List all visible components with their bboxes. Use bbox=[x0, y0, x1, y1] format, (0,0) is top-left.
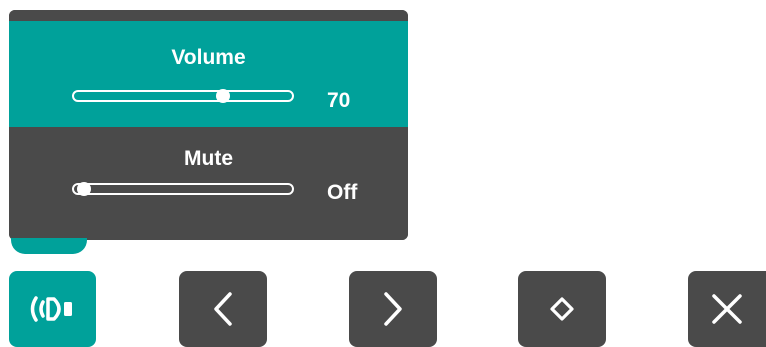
volume-slider-knob[interactable] bbox=[215, 89, 230, 103]
close-icon bbox=[709, 291, 745, 327]
close-button[interactable] bbox=[688, 271, 766, 347]
chevron-right-icon bbox=[378, 291, 408, 327]
audio-input-button[interactable] bbox=[9, 271, 96, 347]
selected-tab-indicator bbox=[11, 238, 87, 254]
volume-value: 70 bbox=[327, 89, 351, 112]
up-down-button[interactable] bbox=[518, 271, 606, 347]
chevron-left-icon bbox=[208, 291, 238, 327]
mute-slider-knob[interactable] bbox=[77, 182, 91, 196]
mute-row[interactable]: Mute Off bbox=[9, 127, 408, 240]
volume-slider[interactable] bbox=[72, 89, 294, 103]
panel-top-bar bbox=[9, 10, 408, 21]
osd-panel: Volume 70 Mute Off bbox=[9, 10, 408, 240]
right-button[interactable] bbox=[349, 271, 437, 347]
mute-label: Mute bbox=[184, 147, 233, 170]
mute-value: Off bbox=[327, 181, 358, 204]
volume-row[interactable]: Volume 70 bbox=[9, 21, 408, 127]
up-down-icon bbox=[547, 294, 577, 324]
mute-slider[interactable] bbox=[72, 182, 294, 196]
left-button[interactable] bbox=[179, 271, 267, 347]
audio-input-icon bbox=[27, 294, 79, 324]
volume-label: Volume bbox=[171, 46, 246, 69]
